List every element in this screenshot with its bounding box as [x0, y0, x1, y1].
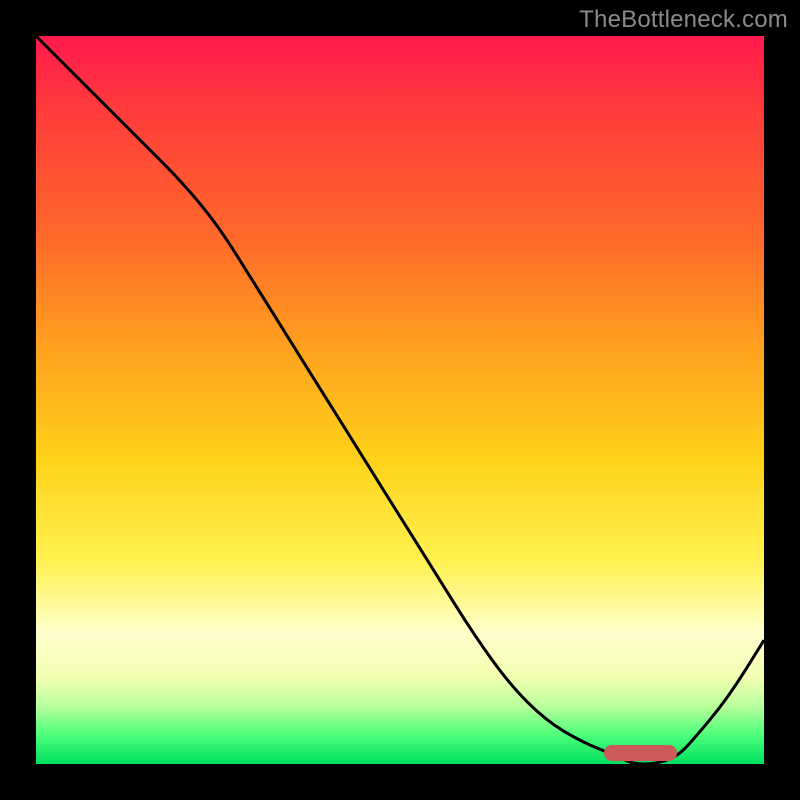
- chart-curve: [36, 36, 764, 764]
- watermark-text: TheBottleneck.com: [579, 6, 788, 34]
- optimum-marker: [604, 745, 677, 761]
- bottleneck-curve-path: [36, 36, 764, 764]
- chart-frame: TheBottleneck.com: [0, 0, 800, 800]
